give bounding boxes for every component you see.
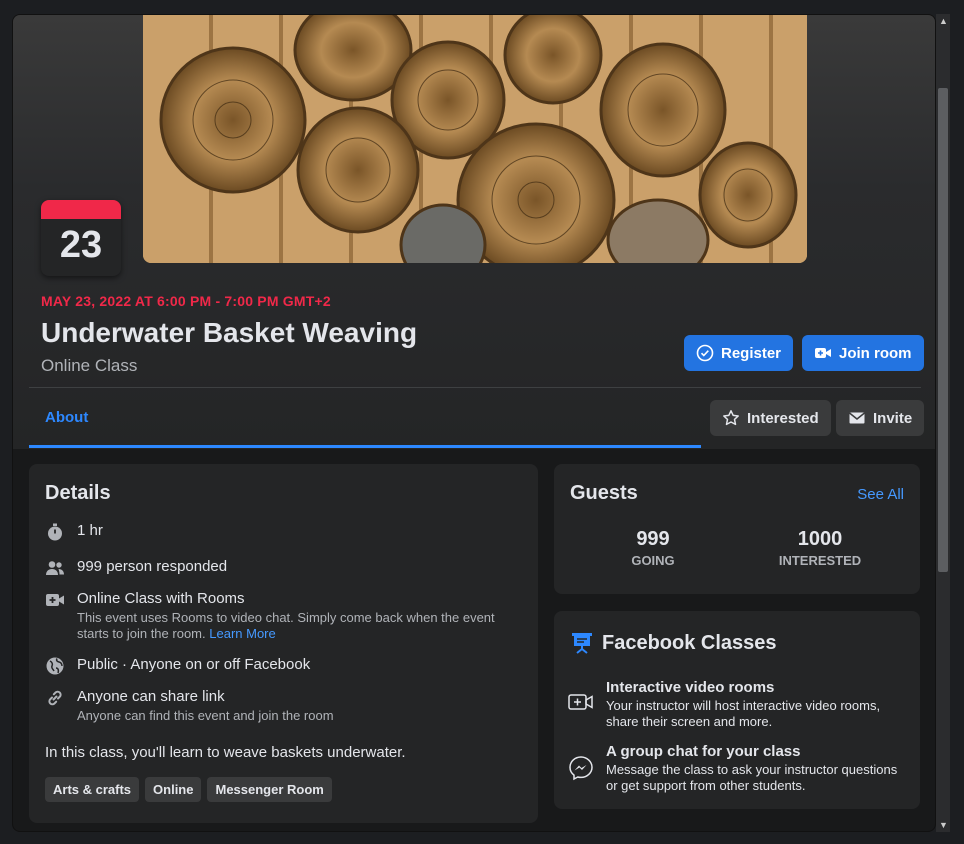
detail-privacy: Public · Anyone on or off Facebook [45, 656, 310, 676]
active-tab-indicator [29, 445, 701, 448]
going-stat[interactable]: 999 GOING [593, 528, 713, 568]
event-datetime: MAY 23, 2022 AT 6:00 PM - 7:00 PM GMT+2 [41, 293, 331, 309]
classes-header: Facebook Classes [570, 631, 777, 655]
baskets-image [143, 15, 807, 263]
invite-label: Invite [873, 409, 913, 427]
cover-photo [143, 15, 807, 263]
scroll-up-arrow-icon[interactable]: ▲ [939, 16, 948, 26]
detail-duration: 1 hr [45, 522, 103, 542]
details-title: Details [45, 482, 111, 504]
tag-arts-crafts[interactable]: Arts & crafts [45, 777, 140, 802]
detail-responded: 999 person responded [45, 558, 227, 578]
interested-count: 1000 [797, 528, 843, 550]
feature-title: Interactive video rooms [606, 679, 775, 696]
feature-group-chat: A group chat for your class Message the … [568, 743, 906, 794]
messenger-icon [569, 756, 593, 781]
scrollbar[interactable]: ▲ ▼ [936, 14, 950, 832]
date-calendar-badge: 23 [41, 200, 121, 276]
envelope-icon [849, 412, 865, 424]
interested-label-stat: INTERESTED [778, 553, 862, 568]
scrollbar-thumb[interactable] [938, 88, 948, 572]
stopwatch-icon [48, 523, 62, 541]
share-title: Anyone can share link [77, 688, 225, 705]
interested-button[interactable]: Interested [710, 400, 831, 436]
tag-list: Arts & crafts Online Messenger Room [45, 777, 338, 802]
video-plus-icon [815, 348, 831, 358]
interested-stat[interactable]: 1000 INTERESTED [760, 528, 880, 568]
presentation-board-icon [572, 633, 592, 654]
see-all-link[interactable]: See All [857, 486, 904, 503]
star-icon [723, 410, 739, 426]
detail-share: Anyone can share link Anyone can find th… [45, 688, 334, 724]
rooms-desc-text: This event uses Rooms to video chat. Sim… [77, 610, 495, 641]
classes-card: Facebook Classes Interactive video rooms… [554, 611, 920, 809]
learn-more-link[interactable]: Learn More [209, 626, 275, 641]
feature-description: Message the class to ask your instructor… [606, 762, 898, 793]
globe-icon [46, 657, 64, 675]
header-divider [29, 387, 921, 388]
check-circle-icon [696, 344, 714, 362]
duration-text: 1 hr [77, 522, 103, 539]
register-label: Register [721, 344, 782, 362]
people-icon [46, 561, 64, 575]
share-description: Anyone can find this event and join the … [77, 708, 334, 723]
event-subtitle: Online Class [41, 356, 138, 375]
video-camera-icon [568, 694, 593, 710]
going-label: GOING [631, 553, 675, 568]
feature-title: A group chat for your class [606, 743, 801, 760]
join-room-button[interactable]: Join room [802, 335, 924, 371]
calendar-header [41, 200, 121, 219]
video-plus-icon [46, 594, 64, 606]
scroll-down-arrow-icon[interactable]: ▼ [939, 820, 948, 830]
event-title: Underwater Basket Weaving [41, 317, 418, 348]
classes-title: Facebook Classes [602, 631, 777, 654]
guests-card: Guests See All 999 GOING 1000 INTERESTED [554, 464, 920, 594]
event-description: In this class, you'll learn to weave bas… [45, 744, 406, 761]
tab-about[interactable]: About [45, 409, 88, 426]
event-page: 23 MAY 23, 2022 AT 6:00 PM - 7:00 PM GMT… [12, 14, 936, 832]
going-count: 999 [636, 528, 670, 550]
privacy-text: Public · Anyone on or off Facebook [77, 656, 311, 673]
details-card: Details 1 hr 999 person responded Online… [29, 464, 538, 823]
tag-messenger-room[interactable]: Messenger Room [207, 777, 332, 802]
interested-label: Interested [747, 409, 819, 427]
join-room-label: Join room [839, 344, 912, 362]
guests-title: Guests [570, 482, 638, 504]
responded-text: 999 person responded [77, 558, 228, 575]
tag-online[interactable]: Online [145, 777, 202, 802]
register-button[interactable]: Register [684, 335, 794, 371]
feature-video-rooms: Interactive video rooms Your instructor … [568, 679, 906, 730]
rooms-title: Online Class with Rooms [77, 590, 245, 607]
feature-description: Your instructor will host interactive vi… [606, 698, 881, 729]
event-header: 23 MAY 23, 2022 AT 6:00 PM - 7:00 PM GMT… [13, 15, 935, 449]
rooms-description: This event uses Rooms to video chat. Sim… [77, 610, 515, 642]
detail-rooms: Online Class with Rooms This event uses … [45, 590, 515, 642]
invite-button[interactable]: Invite [836, 400, 925, 436]
calendar-day: 23 [59, 224, 103, 266]
link-icon [48, 690, 62, 706]
